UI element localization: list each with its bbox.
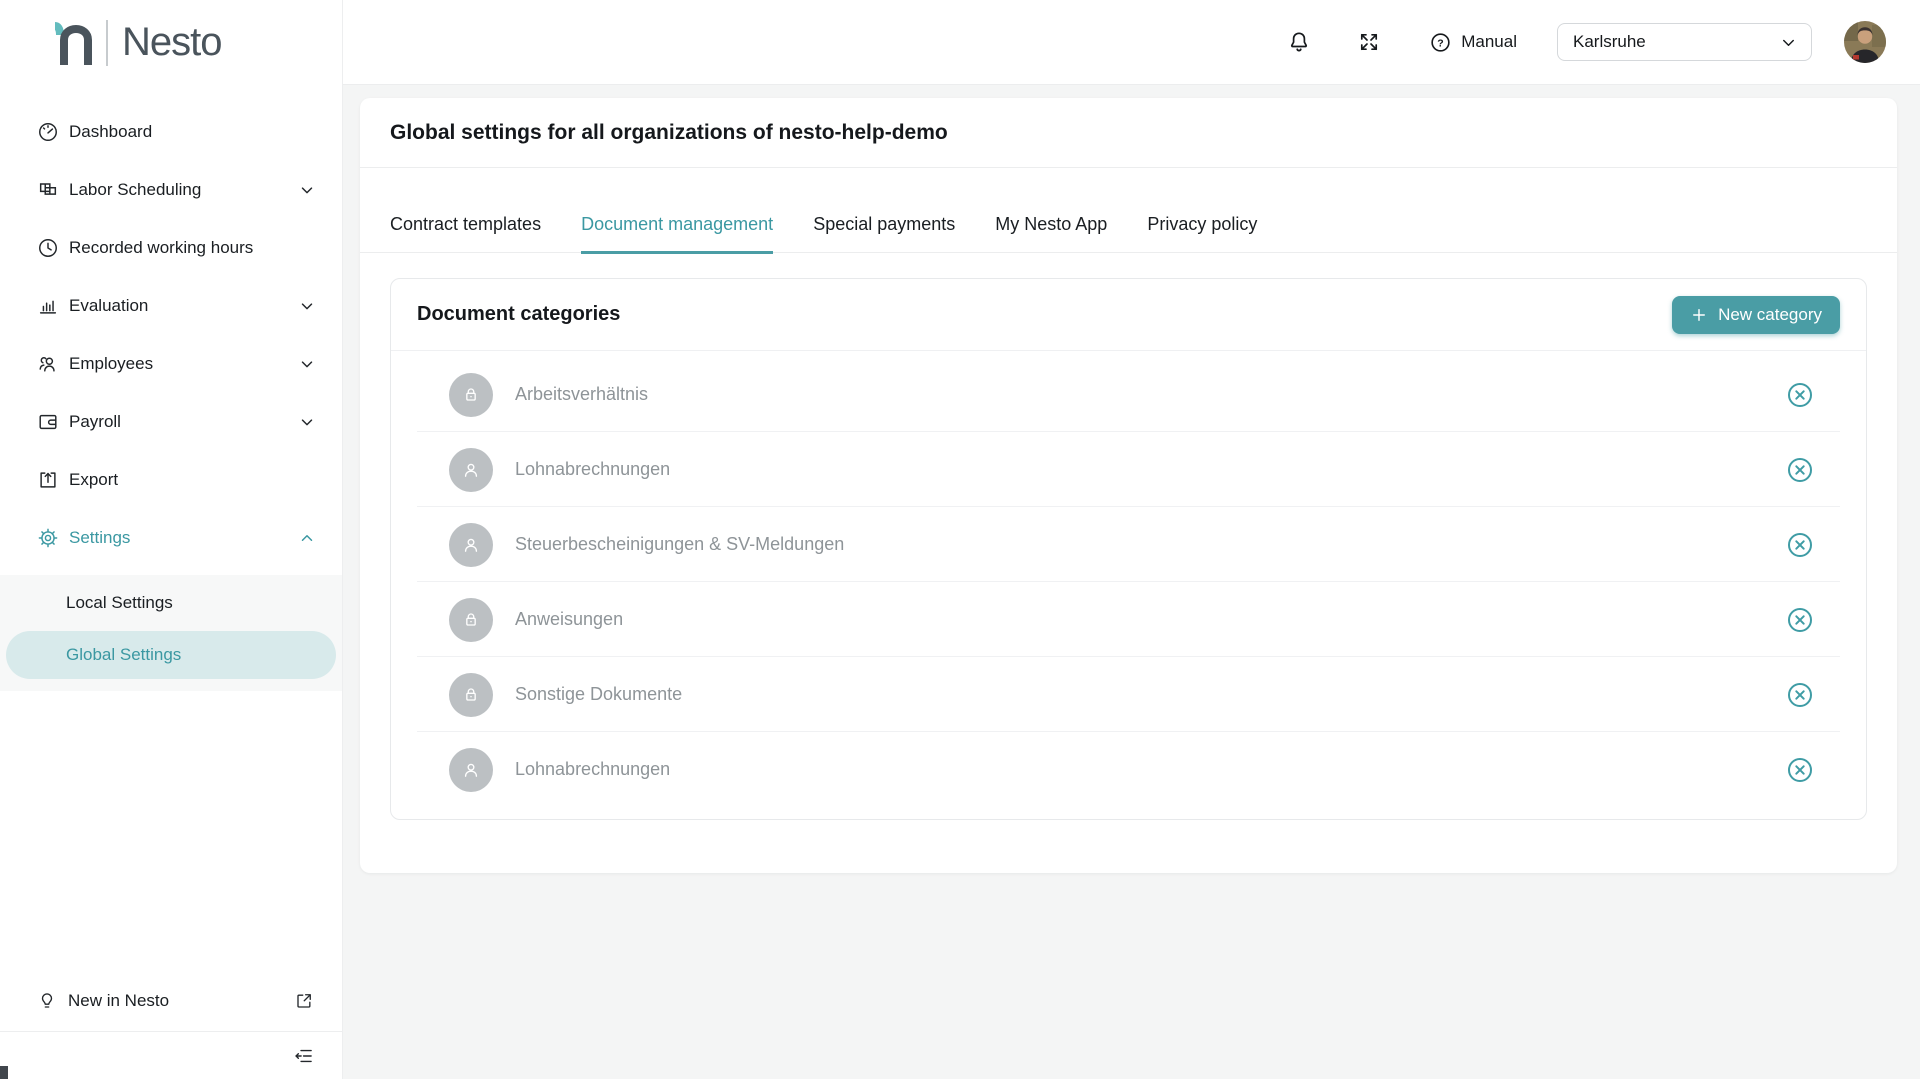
- location-select-value: Karlsruhe: [1573, 32, 1646, 52]
- category-name: Lohnabrechnungen: [515, 759, 1786, 780]
- category-row: Sonstige Dokumente: [391, 657, 1866, 732]
- gear-icon: [37, 527, 59, 549]
- logo-wordmark: Nesto: [122, 20, 222, 65]
- main-column: ? Manual Karlsruhe: [343, 0, 1920, 1079]
- sidebar-item-local-settings[interactable]: Local Settings: [0, 577, 342, 629]
- category-name: Steuerbescheinigungen & SV-Meldungen: [515, 534, 1786, 555]
- sidebar-item-employees[interactable]: Employees: [0, 335, 342, 393]
- global-settings-card: Global settings for all organizations of…: [360, 98, 1897, 873]
- category-lock-icon: [449, 373, 493, 417]
- remove-category-button[interactable]: [1786, 756, 1814, 784]
- sidebar-item-export[interactable]: Export: [0, 451, 342, 509]
- tab-document-management[interactable]: Document management: [581, 214, 773, 254]
- sidebar-item-payroll[interactable]: Payroll: [0, 393, 342, 451]
- export-icon: [37, 469, 59, 491]
- chevron-up-icon: [298, 529, 316, 547]
- manual-help-link[interactable]: ? Manual: [1429, 31, 1517, 54]
- clock-icon: [37, 237, 59, 259]
- sidebar: Nesto Dashboard Labor Scheduling: [0, 0, 343, 1079]
- sidebar-item-global-settings[interactable]: Global Settings: [6, 631, 336, 679]
- collapse-sidebar-icon[interactable]: [294, 1046, 314, 1066]
- people-icon: [37, 353, 59, 375]
- user-avatar[interactable]: [1844, 21, 1886, 63]
- nesto-logo[interactable]: Nesto: [0, 0, 342, 85]
- remove-category-button[interactable]: [1786, 606, 1814, 634]
- manual-label: Manual: [1461, 32, 1517, 52]
- category-person-icon: [449, 448, 493, 492]
- plus-icon: [1690, 306, 1708, 324]
- svg-text:?: ?: [1438, 37, 1444, 49]
- new-in-nesto-label: New in Nesto: [68, 991, 169, 1011]
- remove-category-button[interactable]: [1786, 681, 1814, 709]
- chevron-down-icon: [298, 355, 316, 373]
- category-row: Anweisungen: [391, 582, 1866, 657]
- bar-chart-icon: [37, 295, 59, 317]
- tab-privacy-policy[interactable]: Privacy policy: [1147, 214, 1257, 254]
- tab-my-nesto-app[interactable]: My Nesto App: [995, 214, 1107, 254]
- category-row: Lohnabrechnungen: [391, 732, 1866, 807]
- remove-category-button[interactable]: [1786, 381, 1814, 409]
- tab-special-payments[interactable]: Special payments: [813, 214, 955, 254]
- chevron-down-icon: [298, 181, 316, 199]
- nesto-logo-mark-icon: [54, 20, 96, 66]
- tab-contract-templates[interactable]: Contract templates: [390, 214, 541, 254]
- category-row: Arbeitsverhältnis: [391, 357, 1866, 432]
- remove-category-button[interactable]: [1786, 456, 1814, 484]
- category-name: Arbeitsverhältnis: [515, 384, 1786, 405]
- category-lock-icon: [449, 598, 493, 642]
- location-select[interactable]: Karlsruhe: [1557, 23, 1812, 61]
- settings-submenu: Local Settings Global Settings: [0, 575, 342, 691]
- category-person-icon: [449, 523, 493, 567]
- page-title: Global settings for all organizations of…: [390, 121, 948, 145]
- content-area: Global settings for all organizations of…: [343, 85, 1920, 1079]
- document-categories-header: Document categories New category: [391, 279, 1866, 351]
- document-categories-title: Document categories: [417, 303, 620, 326]
- chevron-down-icon: [298, 413, 316, 431]
- sidebar-item-evaluation[interactable]: Evaluation: [0, 277, 342, 335]
- schedule-grid-icon: [37, 179, 59, 201]
- dashboard-icon: [37, 121, 59, 143]
- sidebar-item-recorded-working-hours[interactable]: Recorded working hours: [0, 219, 342, 277]
- remove-category-button[interactable]: [1786, 531, 1814, 559]
- category-name: Lohnabrechnungen: [515, 459, 1786, 480]
- new-in-nesto-link[interactable]: New in Nesto: [0, 971, 342, 1031]
- sidebar-footer: New in Nesto: [0, 971, 342, 1079]
- sidebar-item-settings[interactable]: Settings: [0, 509, 342, 567]
- sidebar-nav: Dashboard Labor Scheduling: [0, 85, 342, 691]
- sidebar-item-labor-scheduling[interactable]: Labor Scheduling: [0, 161, 342, 219]
- logo-divider: [106, 20, 108, 66]
- notifications-bell-icon[interactable]: [1287, 30, 1311, 54]
- chevron-down-icon: [298, 297, 316, 315]
- tab-bar: Contract templates Document management S…: [360, 168, 1897, 253]
- category-name: Anweisungen: [515, 609, 1786, 630]
- document-categories-list: Arbeitsverhältnis Lohnabrechnungen: [391, 351, 1866, 819]
- document-categories-card: Document categories New category: [390, 278, 1867, 820]
- question-circle-icon: ?: [1429, 31, 1452, 54]
- external-link-icon: [294, 991, 314, 1011]
- category-lock-icon: [449, 673, 493, 717]
- new-category-button-label: New category: [1718, 305, 1822, 325]
- new-category-button[interactable]: New category: [1672, 296, 1840, 334]
- lightbulb-icon: [37, 990, 57, 1012]
- chevron-down-icon: [1779, 33, 1798, 52]
- category-name: Sonstige Dokumente: [515, 684, 1786, 705]
- topbar: ? Manual Karlsruhe: [343, 0, 1920, 85]
- category-row: Lohnabrechnungen: [391, 432, 1866, 507]
- corner-artifact: [0, 1066, 8, 1079]
- wallet-icon: [37, 411, 59, 433]
- sidebar-item-dashboard[interactable]: Dashboard: [0, 103, 342, 161]
- app-window: Nesto Dashboard Labor Scheduling: [0, 0, 1920, 1079]
- category-row: Steuerbescheinigungen & SV-Meldungen: [391, 507, 1866, 582]
- card-title-row: Global settings for all organizations of…: [360, 98, 1897, 168]
- category-person-icon: [449, 748, 493, 792]
- fullscreen-expand-icon[interactable]: [1357, 30, 1381, 54]
- sidebar-collapse-row: [0, 1031, 342, 1079]
